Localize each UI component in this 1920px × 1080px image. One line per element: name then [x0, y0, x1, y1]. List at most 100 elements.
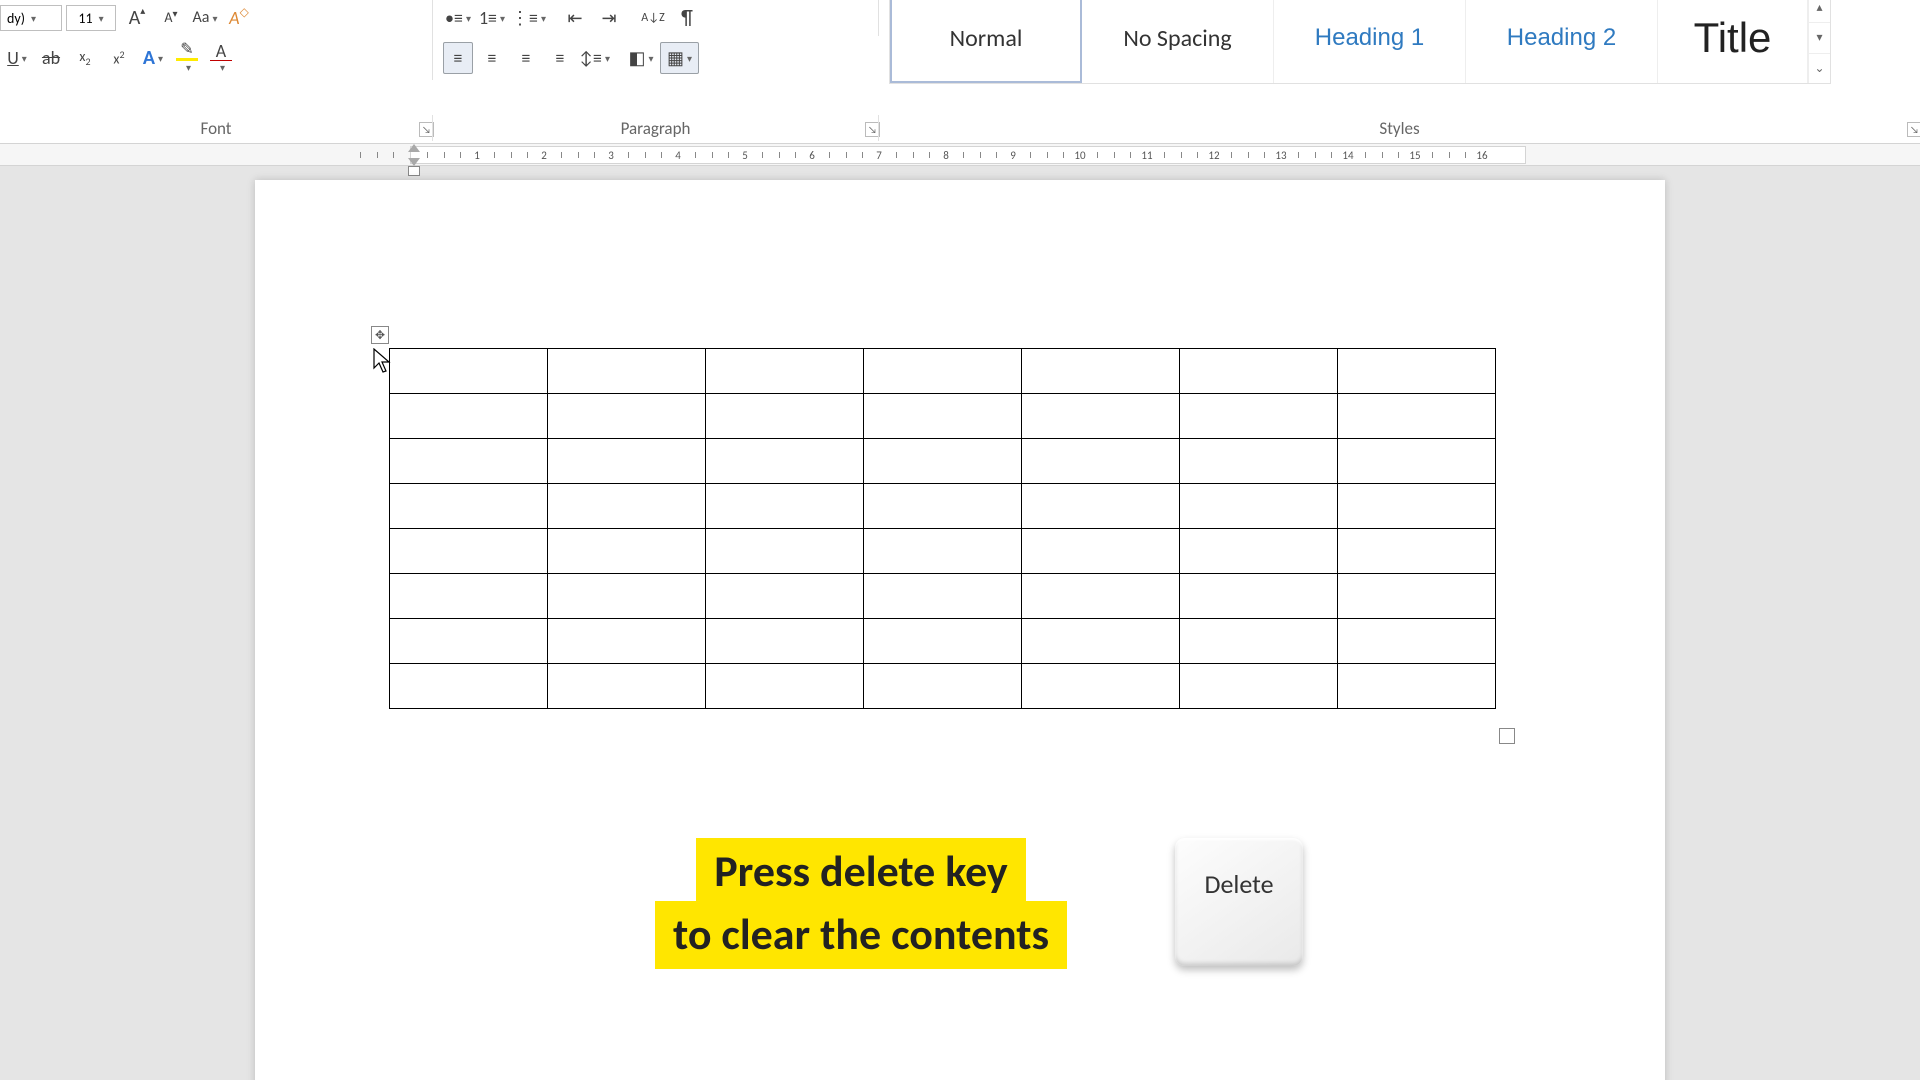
table-cell[interactable] [1180, 619, 1338, 664]
style-tile-title[interactable]: Title [1658, 0, 1808, 83]
styles-dialog-launcher[interactable]: ↘ [1907, 122, 1920, 137]
table-cell[interactable] [390, 349, 548, 394]
table-cell[interactable] [1022, 394, 1180, 439]
underline-button[interactable]: U [2, 42, 32, 74]
text-effects-button[interactable]: A [138, 42, 168, 74]
align-center-button[interactable]: ≡ [477, 42, 507, 74]
table-cell[interactable] [864, 529, 1022, 574]
document-table[interactable] [389, 348, 1496, 709]
table-cell[interactable] [864, 349, 1022, 394]
align-right-button[interactable]: ≡ [511, 42, 541, 74]
style-tile-normal[interactable]: Normal [890, 0, 1082, 83]
table-cell[interactable] [390, 394, 548, 439]
table-cell[interactable] [706, 574, 864, 619]
table-cell[interactable] [864, 619, 1022, 664]
table-cell[interactable] [1338, 619, 1496, 664]
table-cell[interactable] [864, 574, 1022, 619]
justify-button[interactable]: ≡ [545, 42, 575, 74]
styles-gallery-down[interactable]: ▾ [1809, 23, 1830, 53]
table-cell[interactable] [548, 484, 706, 529]
styles-gallery-more[interactable]: ⌄ [1809, 54, 1830, 83]
table-cell[interactable] [1338, 484, 1496, 529]
table-cell[interactable] [390, 484, 548, 529]
table-cell[interactable] [1338, 394, 1496, 439]
table-cell[interactable] [1180, 394, 1338, 439]
clear-formatting-button[interactable]: A◇ [224, 2, 254, 34]
table-move-handle[interactable]: ✥ [371, 326, 389, 344]
table-cell[interactable] [1180, 484, 1338, 529]
table-cell[interactable] [1338, 574, 1496, 619]
multilevel-list-button[interactable]: ⋮≡ [511, 2, 546, 34]
table-cell[interactable] [1022, 529, 1180, 574]
table-cell[interactable] [548, 664, 706, 709]
table-cell[interactable] [706, 484, 864, 529]
table-cell[interactable] [1180, 529, 1338, 574]
table-cell[interactable] [1022, 484, 1180, 529]
table-cell[interactable] [706, 349, 864, 394]
hanging-indent-marker[interactable] [408, 158, 420, 166]
table-cell[interactable] [390, 439, 548, 484]
grow-font-button[interactable]: A▴ [122, 2, 152, 34]
font-color-button[interactable]: A [206, 42, 236, 74]
change-case-button[interactable]: Aa [190, 2, 220, 34]
table-cell[interactable] [548, 439, 706, 484]
table-cell[interactable] [548, 349, 706, 394]
strikethrough-button[interactable]: ab [36, 42, 66, 74]
superscript-button[interactable]: x2 [104, 42, 134, 74]
style-tile-heading-1[interactable]: Heading 1 [1274, 0, 1466, 83]
table-cell[interactable] [390, 619, 548, 664]
table-cell[interactable] [390, 664, 548, 709]
table-cell[interactable] [1022, 574, 1180, 619]
style-tile-no-spacing[interactable]: No Spacing [1082, 0, 1274, 83]
table-cell[interactable] [1338, 349, 1496, 394]
table-cell[interactable] [706, 664, 864, 709]
show-paragraph-marks-button[interactable]: ¶ [672, 2, 702, 34]
table-cell[interactable] [706, 619, 864, 664]
table-cell[interactable] [1022, 619, 1180, 664]
document-canvas[interactable]: ✥ Press delete key to clear the contents… [0, 166, 1920, 1080]
table-cell[interactable] [864, 394, 1022, 439]
table-cell[interactable] [864, 664, 1022, 709]
borders-button[interactable]: ▦ [660, 42, 699, 74]
align-left-button[interactable]: ≡ [443, 42, 473, 74]
style-tile-heading-2[interactable]: Heading 2 [1466, 0, 1658, 83]
table-cell[interactable] [548, 529, 706, 574]
horizontal-ruler[interactable]: 12345678910111213141516 [0, 144, 1920, 166]
table-cell[interactable] [1022, 349, 1180, 394]
table-cell[interactable] [1180, 574, 1338, 619]
increase-indent-button[interactable]: ⇥ [594, 2, 624, 34]
highlight-color-button[interactable]: ✎ [172, 42, 202, 74]
styles-gallery-up[interactable]: ▴ [1809, 0, 1830, 23]
table-cell[interactable] [390, 574, 548, 619]
bullets-button[interactable]: •≡ [443, 2, 473, 34]
subscript-button[interactable]: x2 [70, 42, 100, 74]
first-line-indent-marker[interactable] [408, 144, 420, 152]
table-cell[interactable] [1338, 439, 1496, 484]
table-cell[interactable] [706, 394, 864, 439]
shrink-font-button[interactable]: A▾ [156, 2, 186, 34]
table-cell[interactable] [706, 529, 864, 574]
table-cell[interactable] [1338, 529, 1496, 574]
table-cell[interactable] [390, 529, 548, 574]
numbering-button[interactable]: 1≡ [477, 2, 507, 34]
table-cell[interactable] [1338, 664, 1496, 709]
table-cell[interactable] [864, 439, 1022, 484]
table-cell[interactable] [548, 574, 706, 619]
shading-button[interactable]: ◧ [626, 42, 656, 74]
table-cell[interactable] [864, 484, 1022, 529]
table-cell[interactable] [1180, 349, 1338, 394]
line-spacing-button[interactable]: ↕≡ [579, 42, 610, 74]
font-name-combo[interactable]: dy) [0, 5, 62, 31]
font-size-combo[interactable]: 11 [66, 5, 116, 31]
table-cell[interactable] [1180, 664, 1338, 709]
table-cell[interactable] [706, 439, 864, 484]
table-cell[interactable] [548, 619, 706, 664]
table-cell[interactable] [1022, 439, 1180, 484]
table-cell[interactable] [548, 394, 706, 439]
decrease-indent-button[interactable]: ⇤ [560, 2, 590, 34]
sort-button[interactable]: A↓Z [638, 2, 668, 34]
table-resize-handle[interactable] [1499, 728, 1515, 744]
table-cell[interactable] [1022, 664, 1180, 709]
page[interactable]: ✥ Press delete key to clear the contents… [255, 180, 1665, 1080]
table-cell[interactable] [1180, 439, 1338, 484]
